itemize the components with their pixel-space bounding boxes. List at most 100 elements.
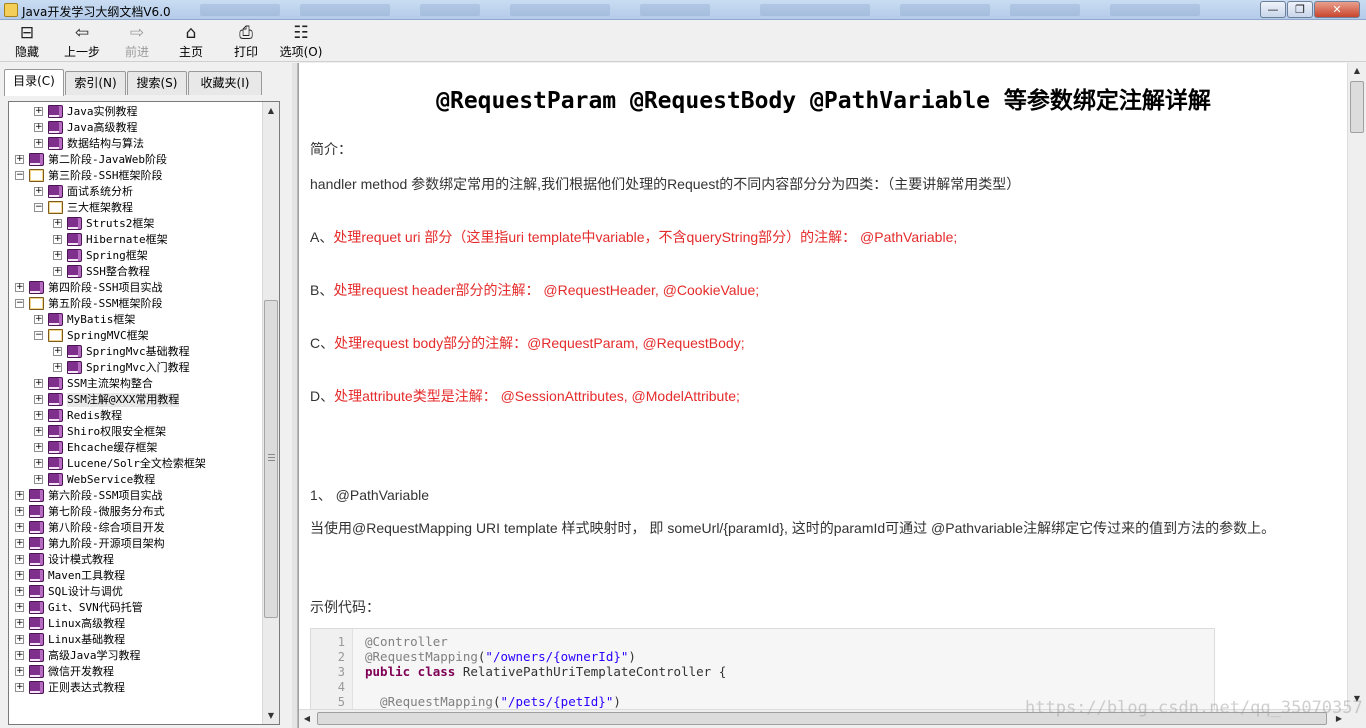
- closed-book-icon: [29, 617, 44, 630]
- tree-item-label: Redis教程: [67, 409, 123, 422]
- navigation-pane: 目录(C) 索引(N) 搜索(S) 收藏夹(I) + Java实例教程 + Java高…: [0, 63, 292, 728]
- collapse-icon[interactable]: −: [15, 299, 24, 308]
- expand-icon[interactable]: +: [34, 315, 43, 324]
- home-button[interactable]: ⌂ 主页: [166, 23, 216, 61]
- minimize-button[interactable]: —: [1260, 1, 1286, 18]
- print-button[interactable]: ⎙ 打印: [221, 23, 271, 61]
- home-button-label: 主页: [178, 45, 203, 59]
- code-line: @Controller: [365, 634, 448, 649]
- taskbar-ghost: [510, 4, 610, 16]
- closed-book-icon: [29, 281, 44, 294]
- tree-item-label: 面试系统分析: [67, 185, 133, 198]
- closed-book-icon: [48, 441, 63, 454]
- expand-icon[interactable]: +: [15, 635, 24, 644]
- expand-icon[interactable]: +: [15, 523, 24, 532]
- title-bar: Java开发学习大纲文档V6.0 — ❐ ✕: [0, 0, 1366, 20]
- category-letter: A、: [310, 229, 334, 245]
- tree-item-label: 微信开发教程: [48, 665, 114, 678]
- code-line-number: 4: [337, 680, 345, 694]
- expand-icon[interactable]: +: [53, 235, 62, 244]
- tab-favorites[interactable]: 收藏夹(I): [188, 71, 262, 95]
- tree-item-label: MyBatis框架: [67, 313, 136, 326]
- closed-book-icon: [29, 153, 44, 166]
- expand-icon[interactable]: +: [34, 107, 43, 116]
- expand-icon[interactable]: +: [15, 155, 24, 164]
- close-button[interactable]: ✕: [1314, 1, 1360, 18]
- forward-button[interactable]: ⇨ 前进: [112, 23, 162, 61]
- expand-icon[interactable]: +: [34, 459, 43, 468]
- options-button[interactable]: ☷ 选项(O): [276, 23, 326, 61]
- tree-item-label: 第四阶段-SSH项目实战: [48, 281, 163, 294]
- taskbar-ghost: [900, 4, 990, 16]
- closed-book-icon: [29, 681, 44, 694]
- closed-book-icon: [48, 425, 63, 438]
- code-line: @RequestMapping("/owners/{ownerId}"): [365, 649, 636, 664]
- expand-icon[interactable]: +: [15, 491, 24, 500]
- expand-icon[interactable]: +: [34, 187, 43, 196]
- contents-tree-panel: + Java实例教程 + Java高级教程 + 数据结构与算法 + 第二阶段-JavaWeb阶…: [8, 101, 280, 725]
- intro-text: handler method 参数绑定常用的注解,我们根据他们处理的Reques…: [310, 176, 1021, 192]
- scroll-left-arrow-icon[interactable]: ◀: [299, 710, 315, 728]
- code-token: @RequestMapping: [365, 694, 493, 709]
- scroll-down-arrow-icon[interactable]: ▼: [263, 707, 279, 724]
- tree-item-label: Linux基础教程: [48, 633, 126, 646]
- tree-item-label: 三大框架教程: [67, 201, 133, 214]
- collapse-icon[interactable]: −: [15, 171, 24, 180]
- expand-icon[interactable]: +: [15, 603, 24, 612]
- tab-index[interactable]: 索引(N): [65, 71, 126, 95]
- expand-icon[interactable]: +: [34, 139, 43, 148]
- expand-icon[interactable]: +: [15, 539, 24, 548]
- maximize-button[interactable]: ❐: [1287, 1, 1313, 18]
- watermark: https://blog.csdn.net/qq_35070357: [1025, 698, 1363, 718]
- expand-icon[interactable]: +: [53, 267, 62, 276]
- expand-icon[interactable]: +: [34, 395, 43, 404]
- category-text: 处理requet uri 部分（这里指uri template中variable…: [333, 229, 958, 245]
- expand-icon[interactable]: +: [53, 251, 62, 260]
- tab-contents[interactable]: 目录(C): [4, 69, 64, 96]
- expand-icon[interactable]: +: [34, 123, 43, 132]
- expand-icon[interactable]: +: [15, 507, 24, 516]
- expand-icon[interactable]: +: [34, 379, 43, 388]
- code-token: public class: [365, 664, 456, 679]
- tree-scrollbar[interactable]: ▲ ▼: [262, 102, 279, 724]
- expand-icon[interactable]: +: [15, 651, 24, 660]
- closed-book-icon: [29, 665, 44, 678]
- scroll-thumb[interactable]: [264, 300, 278, 618]
- expand-icon[interactable]: +: [34, 411, 43, 420]
- tree-item-label: Struts2框架: [86, 217, 155, 230]
- collapse-icon[interactable]: −: [34, 203, 43, 212]
- expand-icon[interactable]: +: [34, 443, 43, 452]
- expand-icon[interactable]: +: [34, 427, 43, 436]
- closed-book-icon: [29, 553, 44, 566]
- expand-icon[interactable]: +: [15, 619, 24, 628]
- grip-line: [268, 460, 275, 461]
- printer-icon: ⎙: [239, 23, 253, 43]
- window-title: Java开发学习大纲文档V6.0: [22, 5, 171, 19]
- expand-icon[interactable]: +: [15, 587, 24, 596]
- tab-search[interactable]: 搜索(S): [127, 71, 187, 95]
- expand-icon[interactable]: +: [53, 347, 62, 356]
- closed-book-icon: [67, 265, 82, 278]
- annotation-category-b: B、处理request header部分的注解： @RequestHeader,…: [310, 280, 759, 300]
- closed-book-icon: [48, 393, 63, 406]
- expand-icon[interactable]: +: [15, 667, 24, 676]
- closed-book-icon: [29, 601, 44, 614]
- scroll-up-arrow-icon[interactable]: ▲: [1348, 63, 1366, 79]
- hide-button[interactable]: ⊟ 隐藏: [2, 23, 52, 61]
- expand-icon[interactable]: +: [15, 571, 24, 580]
- hide-icon: ⊟: [19, 23, 35, 43]
- tree-item-label: Lucene/Solr全文检索框架: [67, 457, 206, 470]
- closed-book-icon: [67, 217, 82, 230]
- expand-icon[interactable]: +: [15, 555, 24, 564]
- expand-icon[interactable]: +: [53, 219, 62, 228]
- category-text: 处理attribute类型是注解： @SessionAttributes, @M…: [334, 388, 740, 404]
- collapse-icon[interactable]: −: [34, 331, 43, 340]
- expand-icon[interactable]: +: [34, 475, 43, 484]
- expand-icon[interactable]: +: [15, 683, 24, 692]
- expand-icon[interactable]: +: [53, 363, 62, 372]
- scroll-up-arrow-icon[interactable]: ▲: [263, 102, 279, 119]
- expand-icon[interactable]: +: [15, 283, 24, 292]
- back-button[interactable]: ⇦ 上一步: [57, 23, 107, 61]
- content-vertical-scrollbar[interactable]: ▲ ▼: [1347, 63, 1366, 709]
- scroll-thumb[interactable]: [1350, 81, 1364, 133]
